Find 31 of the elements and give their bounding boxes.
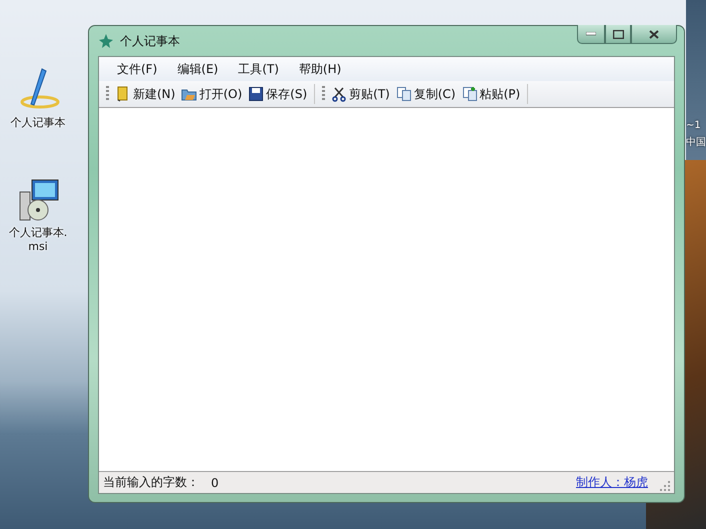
app-icon bbox=[98, 33, 114, 49]
toolbar-button[interactable]: 粘贴(P) bbox=[458, 84, 524, 104]
temperature-text: ~1 bbox=[686, 120, 701, 131]
author-link[interactable]: 制作人：杨虎 bbox=[576, 474, 648, 491]
menu-item[interactable]: 文件(F) bbox=[107, 58, 168, 80]
maximize-button[interactable] bbox=[605, 25, 631, 44]
toolbar-button[interactable]: 保存(S) bbox=[245, 84, 310, 104]
toolbar-button[interactable]: 打开(O) bbox=[178, 84, 246, 104]
maximize-icon bbox=[612, 30, 624, 38]
minimize-icon bbox=[586, 32, 596, 36]
window-title: 个人记事本 bbox=[120, 32, 180, 50]
close-icon bbox=[649, 30, 659, 38]
desktop-icon-label[interactable]: 个人记事本.msi bbox=[7, 226, 69, 254]
paste-icon bbox=[462, 86, 478, 102]
character-count: 0 bbox=[211, 476, 219, 490]
location-text: 中国 bbox=[686, 136, 706, 149]
toolbar-button[interactable]: 新建(N) bbox=[112, 84, 178, 104]
toolbar-button[interactable]: 剪贴(T) bbox=[328, 84, 393, 104]
copy-icon bbox=[396, 86, 412, 102]
menu-item[interactable]: 帮助(H) bbox=[288, 58, 352, 80]
toolbar-button[interactable]: 复制(C) bbox=[392, 84, 459, 104]
menu-item[interactable]: 编辑(E) bbox=[167, 58, 228, 80]
minimize-button[interactable] bbox=[577, 25, 605, 44]
desktop-icon-label[interactable]: 个人记事本 bbox=[7, 116, 69, 130]
resize-grip-icon[interactable] bbox=[660, 481, 670, 491]
toolbar-grip[interactable] bbox=[106, 86, 109, 102]
menu-item[interactable]: 工具(T) bbox=[228, 58, 289, 80]
scissors-icon bbox=[331, 86, 348, 102]
toolbar-grip[interactable] bbox=[322, 86, 326, 102]
status-label: 当前输入的字数： bbox=[103, 474, 199, 491]
close-button[interactable] bbox=[631, 25, 677, 44]
